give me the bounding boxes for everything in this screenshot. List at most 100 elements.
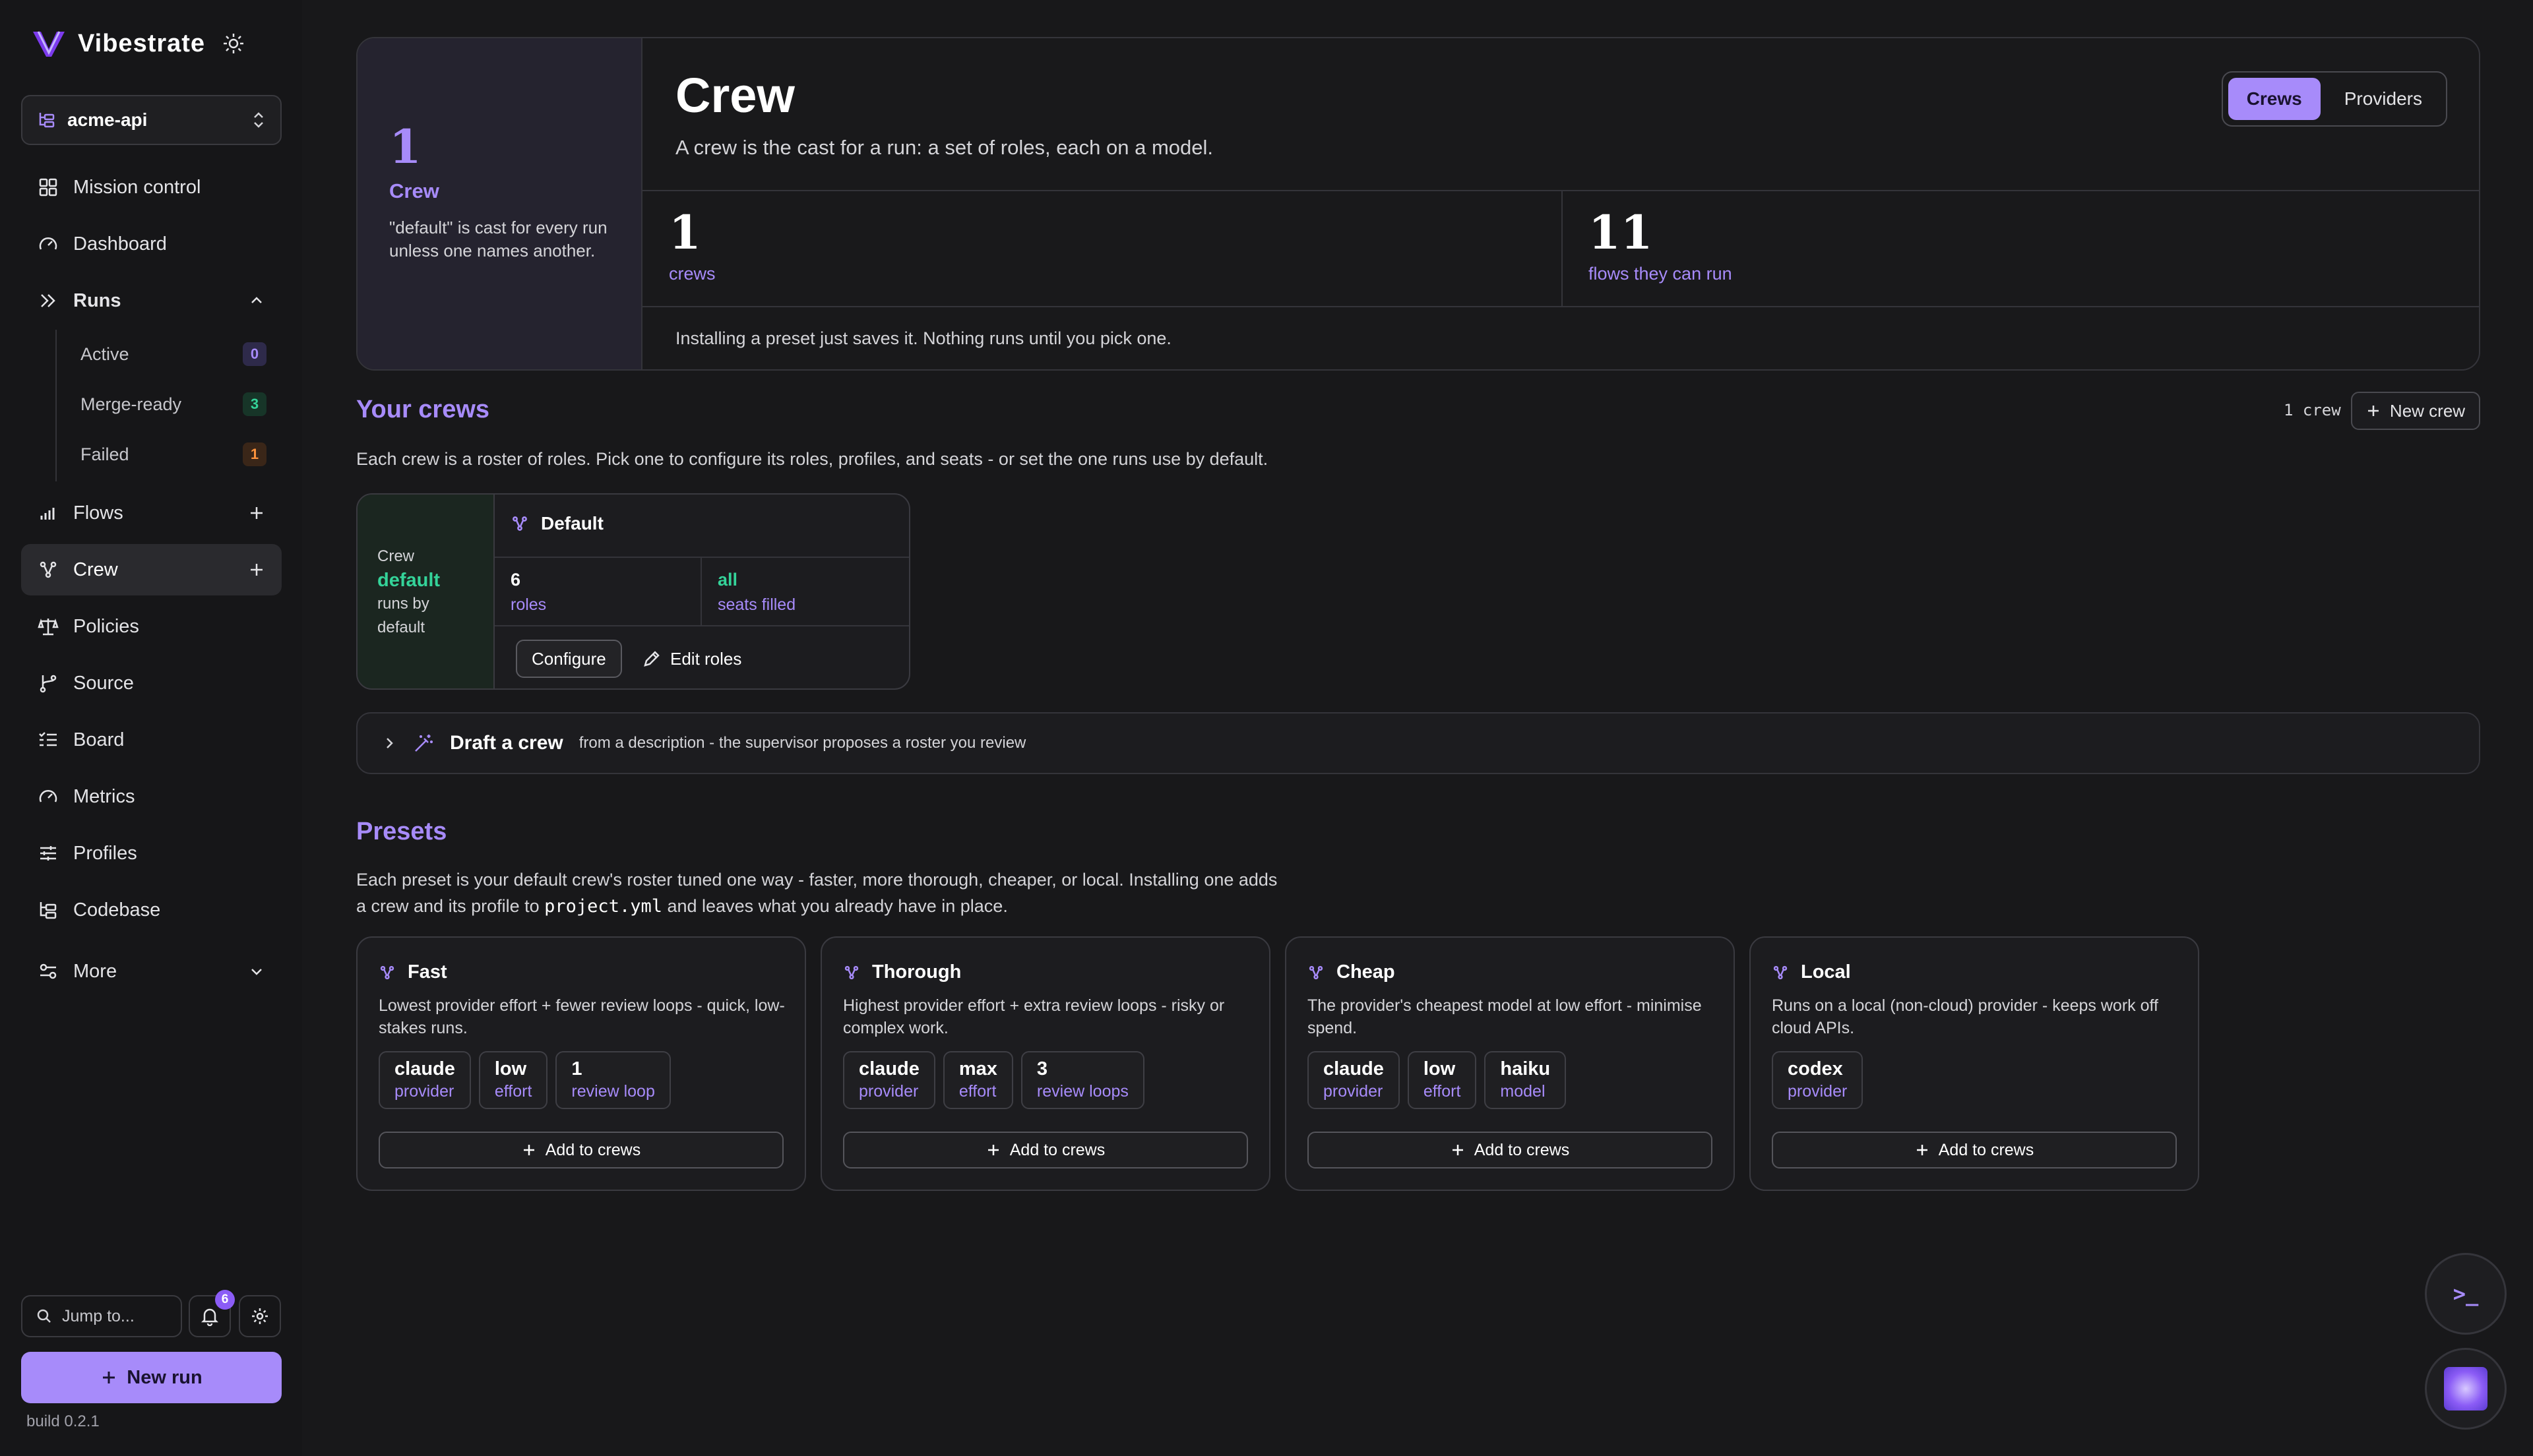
page-subtitle: A crew is the cast for a run: a set of r… (675, 136, 1214, 159)
stat-label: roles (511, 595, 547, 614)
chip-provider: claude provider (843, 1051, 935, 1109)
sidebar-item-label: Runs (73, 289, 121, 311)
preset-title: Fast (379, 961, 447, 983)
sidebar-item-label: More (73, 960, 117, 982)
chip-value: 1 (571, 1058, 582, 1079)
assistant-orb-button[interactable] (2425, 1348, 2507, 1430)
checklist-icon (39, 732, 57, 746)
sidebar-item-profiles[interactable]: Profiles (21, 828, 282, 879)
sidebar-item-metrics[interactable]: Metrics (21, 771, 282, 822)
sidebar-item-dashboard[interactable]: Dashboard (21, 218, 282, 270)
plus-icon (2367, 406, 2379, 416)
new-crew-button[interactable]: New crew (2351, 392, 2480, 430)
nodes-icon (1309, 965, 1323, 979)
sidebar-item-label: Mission control (73, 176, 201, 198)
count-badge: 1 (243, 442, 266, 466)
stat-value: all (718, 570, 738, 590)
gauge-icon (39, 790, 57, 803)
crew-count-label: Crew (389, 179, 439, 202)
notifications-button[interactable]: 6 (189, 1290, 235, 1337)
chevron-updown-icon (254, 112, 263, 128)
draft-crew-expander[interactable]: Draft a crew from a description - the su… (356, 712, 2480, 774)
sidebar-item-label: Flows (73, 502, 123, 524)
preset-card-cheap: Cheap The provider's cheapest model at l… (1285, 936, 1735, 1191)
default-crew-name: default (377, 570, 441, 591)
add-to-crews-label: Add to crews (1009, 1140, 1106, 1159)
plus-icon (523, 1145, 534, 1155)
theme-toggle-icon[interactable] (222, 32, 245, 55)
add-to-crews-button[interactable]: Add to crews (1307, 1132, 1712, 1168)
preset-desc: The provider's cheapest model at low eff… (1307, 996, 1702, 1037)
chip-value: claude (394, 1058, 455, 1079)
sidebar-item-policies[interactable]: Policies (21, 601, 282, 652)
header-footer-note: Installing a preset just saves it. Nothi… (675, 328, 1172, 348)
draft-crew-title: Draft a crew (450, 732, 563, 754)
sidebar-subitem-failed[interactable]: Failed 1 (80, 435, 266, 474)
count-badge: 3 (243, 392, 266, 416)
sidebar-item-runs[interactable]: Runs (21, 275, 282, 326)
sidebar-item-flows[interactable]: Flows (21, 487, 282, 539)
sidebar-item-codebase[interactable]: Codebase (21, 884, 282, 936)
page-title: Crew (675, 68, 795, 123)
tab-providers[interactable]: Providers (2326, 78, 2441, 120)
add-to-crews-button[interactable]: Add to crews (379, 1132, 784, 1168)
preset-chips: claude provider low effort 1 review loop (379, 1051, 671, 1109)
settings-button[interactable] (239, 1295, 281, 1337)
chip-label: review loops (1036, 1082, 1129, 1101)
plus-icon[interactable] (248, 561, 265, 578)
draft-crew-desc: from a description - the supervisor prop… (579, 734, 1026, 752)
chip-label: review loop (571, 1082, 655, 1101)
sidebar-item-mission-control[interactable]: Mission control (21, 162, 282, 213)
assistant-orb-icon (2444, 1367, 2487, 1410)
project-yml-code: project.yml (544, 896, 662, 917)
sidebar-subitem-merge-ready[interactable]: Merge-ready 3 (80, 384, 266, 424)
sidebar-item-crew[interactable]: Crew (21, 544, 282, 595)
project-selector[interactable]: acme-api (21, 95, 282, 145)
nodes-icon (380, 965, 394, 979)
app-name: Vibestrate (78, 29, 206, 57)
edit-roles-button[interactable]: Edit roles (642, 640, 741, 678)
chevron-up-icon[interactable] (248, 292, 265, 309)
gauge-icon (39, 237, 57, 250)
crew-count-label: 1 crew (2284, 401, 2341, 419)
chip-label: effort (958, 1082, 997, 1101)
divider (495, 625, 909, 626)
sidebar-item-source[interactable]: Source (21, 657, 282, 709)
vibestrate-logo-icon (33, 31, 65, 57)
chip-effort: low effort (478, 1051, 548, 1109)
sidebar-subitem-active[interactable]: Active 0 (80, 334, 266, 374)
add-to-crews-button[interactable]: Add to crews (1772, 1132, 2177, 1168)
section-title-presets: Presets (356, 818, 447, 845)
sidebar-item-more[interactable]: More (21, 946, 282, 997)
add-to-crews-label: Add to crews (1474, 1140, 1570, 1159)
chip-label: provider (1323, 1082, 1383, 1101)
divider (642, 190, 2479, 191)
section-desc-your-crews: Each crew is a roster of roles. Pick one… (356, 449, 1268, 469)
preset-name: Fast (408, 961, 447, 983)
preset-desc: Lowest provider effort + fewer review lo… (379, 996, 785, 1037)
sidebar-item-board[interactable]: Board (21, 714, 282, 766)
stat-value: 1 (669, 205, 701, 260)
plus-icon[interactable] (248, 504, 265, 522)
configure-button[interactable]: Configure (516, 640, 622, 678)
stat-value: 6 (511, 570, 521, 590)
pencil-icon (644, 651, 660, 667)
terminal-prompt-icon: >_ (2453, 1281, 2479, 1306)
add-to-crews-button[interactable]: Add to crews (843, 1132, 1248, 1168)
bell-icon (201, 1308, 219, 1326)
new-run-button[interactable]: New run (21, 1352, 282, 1403)
tab-crews[interactable]: Crews (2228, 78, 2321, 120)
sidebar-item-label: Policies (73, 615, 139, 637)
app-logo[interactable]: Vibestrate (32, 29, 245, 58)
jump-to-search[interactable]: Jump to... (21, 1295, 182, 1337)
crew-card-default[interactable]: Crew default runs by default Default 6 r… (356, 493, 910, 690)
preset-card-fast: Fast Lowest provider effort + fewer revi… (356, 936, 806, 1191)
chevron-down-icon[interactable] (248, 963, 265, 980)
plus-icon (1916, 1145, 1927, 1155)
stat-value: 11 (1588, 205, 1653, 260)
crew-summary-panel: 1 Crew "default" is cast for every run u… (358, 38, 642, 369)
chevrons-right-icon (41, 294, 55, 307)
stat-label: flows they can run (1588, 264, 1732, 284)
terminal-fab-button[interactable]: >_ (2425, 1253, 2507, 1335)
preset-title: Thorough (843, 961, 961, 983)
